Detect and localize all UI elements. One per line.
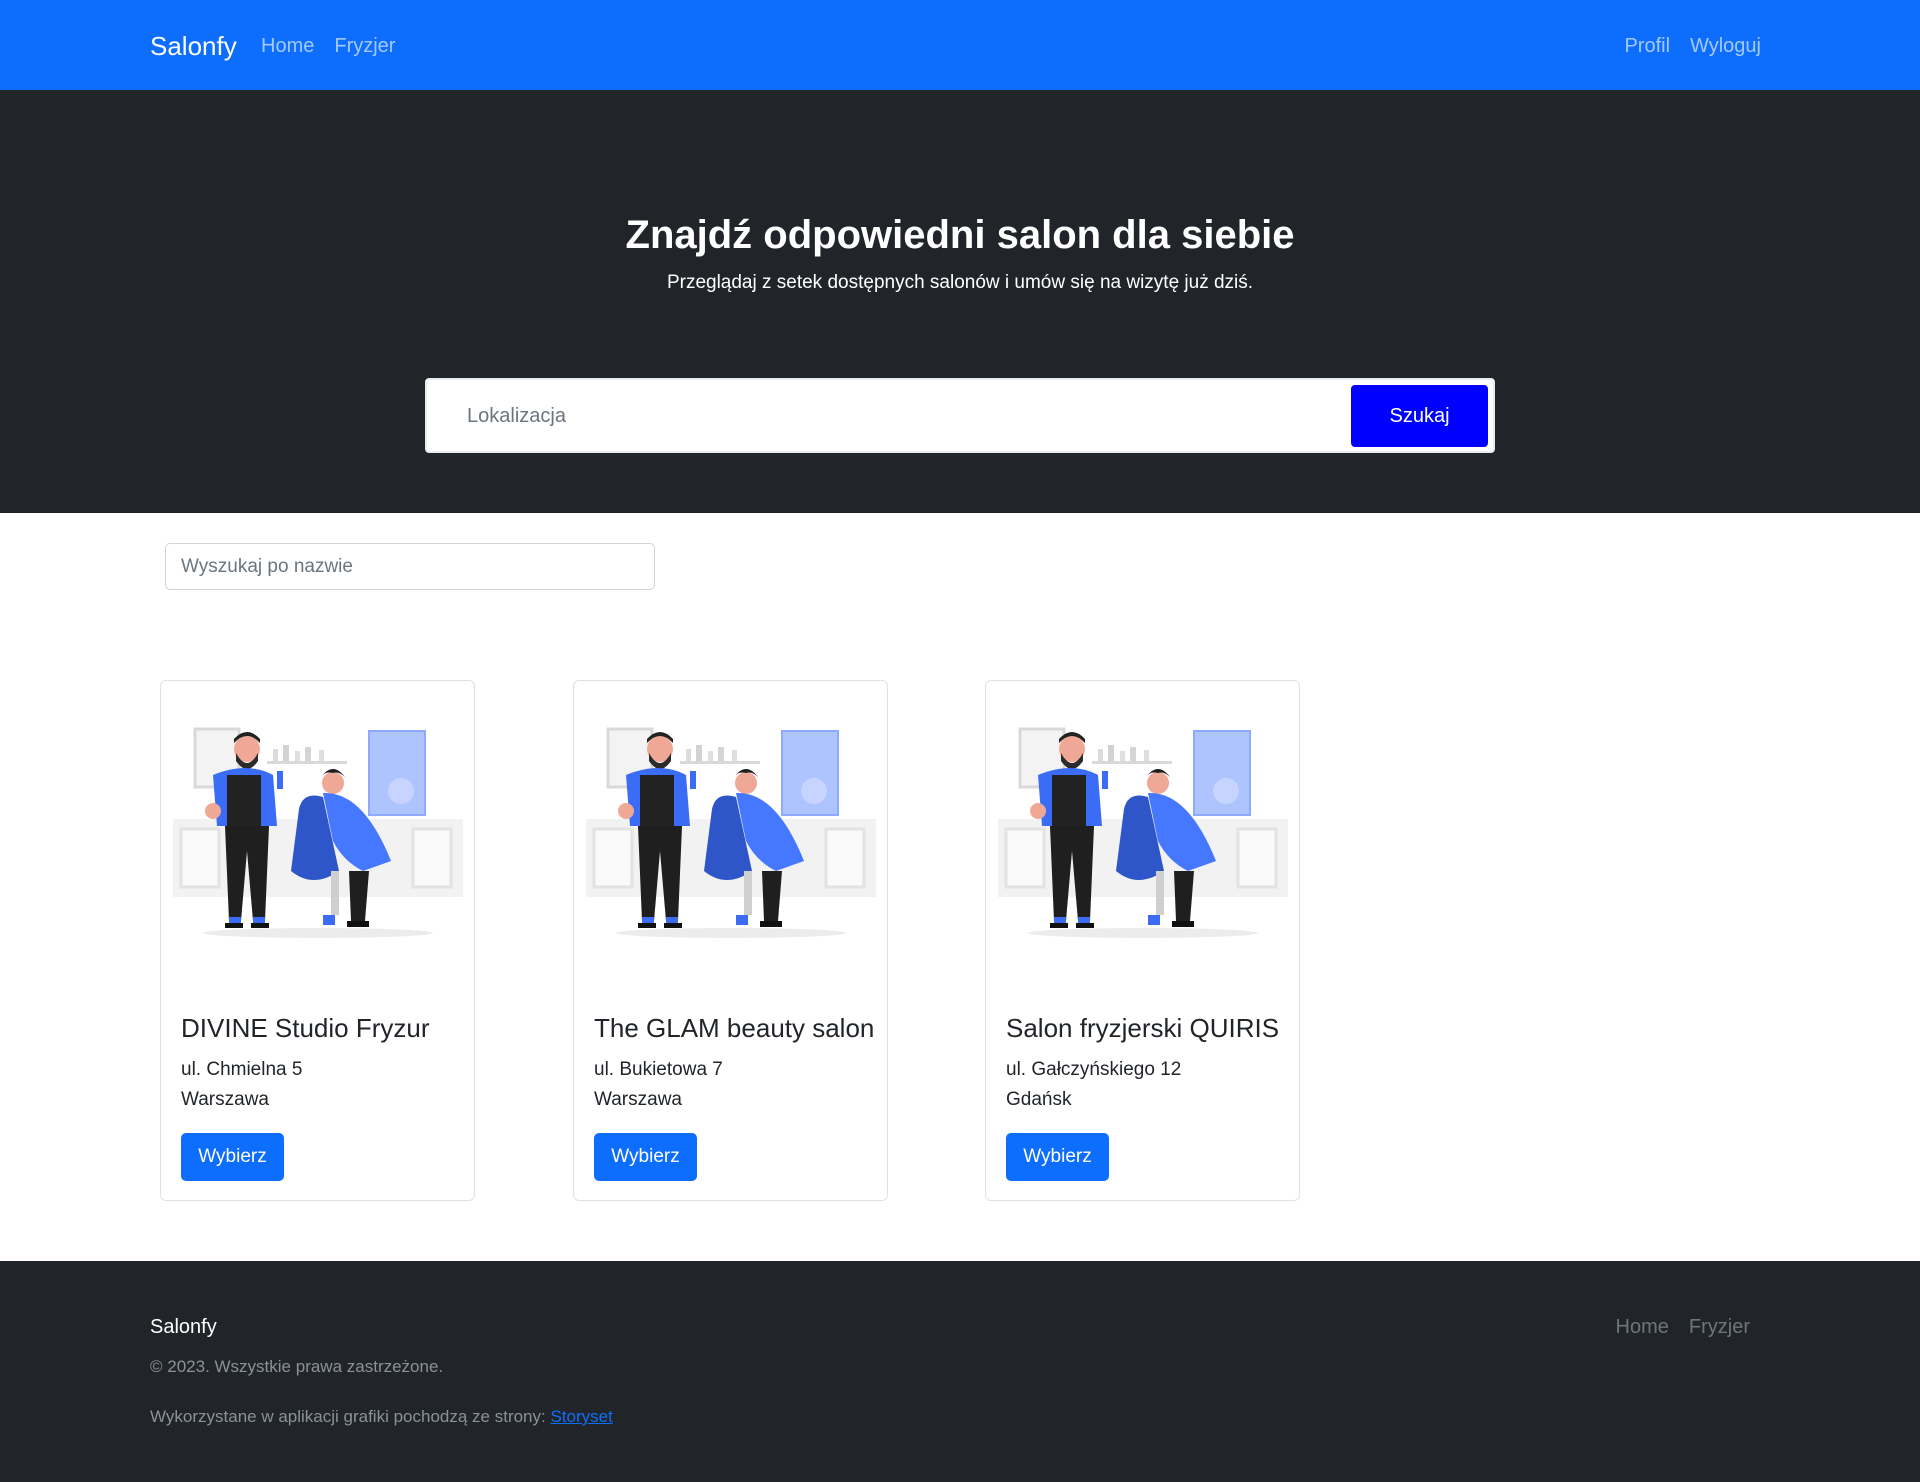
salon-name: The GLAM beauty salon: [594, 1013, 875, 1043]
barber-illustration-icon: [586, 727, 876, 940]
nav-link-home[interactable]: Home: [261, 33, 314, 59]
name-search-input[interactable]: [165, 543, 655, 590]
salon-name: DIVINE Studio Fryzur: [181, 1013, 430, 1043]
salon-street: ul. Bukietowa 7: [594, 1059, 723, 1080]
storyset-link[interactable]: Storyset: [550, 1407, 612, 1426]
hero-section: Znajdź odpowiedni salon dla siebie Przeg…: [0, 90, 1920, 513]
salon-city: Warszawa: [181, 1089, 269, 1110]
search-button[interactable]: Szukaj: [1351, 385, 1488, 447]
nav-link-logout[interactable]: Wyloguj: [1690, 33, 1761, 59]
barber-illustration-icon: [998, 727, 1288, 940]
footer: Salonfy © 2023. Wszystkie prawa zastrzeż…: [0, 1261, 1920, 1482]
nav-link-profile[interactable]: Profil: [1624, 33, 1670, 59]
footer-credit-text: Wykorzystane w aplikacji grafiki pochodz…: [150, 1407, 551, 1426]
select-salon-button[interactable]: Wybierz: [594, 1133, 697, 1181]
salon-street: ul. Chmielna 5: [181, 1059, 303, 1080]
nav-link-fryzjer[interactable]: Fryzjer: [334, 33, 395, 59]
salon-card: The GLAM beauty salon ul. Bukietowa 7 Wa…: [573, 680, 888, 1201]
footer-link-home[interactable]: Home: [1616, 1314, 1669, 1340]
select-salon-button[interactable]: Wybierz: [1006, 1133, 1109, 1181]
nav-right: Profil Wyloguj: [1624, 33, 1761, 59]
salon-card: Salon fryzjerski QUIRIS ul. Gałczyńskieg…: [985, 680, 1300, 1201]
salon-street: ul. Gałczyńskiego 12: [1006, 1059, 1182, 1080]
footer-credit: Wykorzystane w aplikacji grafiki pochodz…: [150, 1406, 613, 1428]
select-salon-button[interactable]: Wybierz: [181, 1133, 284, 1181]
location-input[interactable]: [457, 392, 1357, 440]
hero-subtitle: Przeglądaj z setek dostępnych salonów i …: [666, 272, 1254, 293]
footer-link-fryzjer[interactable]: Fryzjer: [1689, 1314, 1750, 1340]
salon-city: Gdańsk: [1006, 1089, 1072, 1110]
brand-logo[interactable]: Salonfy: [150, 29, 237, 63]
location-search-box: Szukaj: [425, 378, 1495, 453]
footer-copyright: © 2023. Wszystkie prawa zastrzeżone.: [150, 1357, 444, 1376]
footer-links: Home Fryzjer: [1616, 1314, 1750, 1340]
hero-title: Znajdź odpowiedni salon dla siebie: [625, 213, 1295, 257]
salon-city: Warszawa: [594, 1089, 682, 1110]
salon-name: Salon fryzjerski QUIRIS: [1006, 1013, 1280, 1043]
barber-illustration-icon: [173, 727, 463, 940]
nav-left: Home Fryzjer: [261, 33, 395, 59]
footer-brand: Salonfy: [150, 1316, 217, 1338]
navbar: Salonfy Home Fryzjer Profil Wyloguj: [0, 0, 1920, 90]
salon-card: DIVINE Studio Fryzur ul. Chmielna 5 Wars…: [160, 680, 475, 1201]
